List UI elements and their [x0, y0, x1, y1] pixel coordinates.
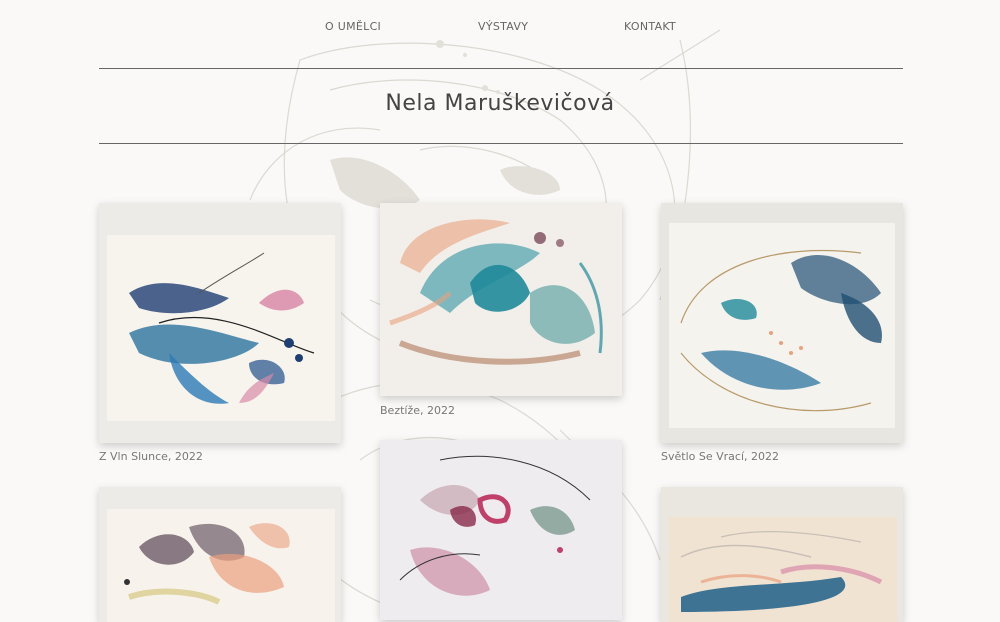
artwork-image — [380, 440, 622, 620]
artwork-image — [661, 203, 903, 443]
artwork-image — [380, 203, 622, 396]
header-divider-top — [99, 68, 903, 69]
page-title: Nela Maruškevičová — [385, 91, 615, 116]
artwork-4[interactable] — [99, 487, 341, 622]
artwork-5[interactable] — [380, 440, 622, 620]
artwork-caption: Světlo Se Vrací, 2022 — [661, 450, 779, 463]
top-navigation: O UMĚLCI VÝSTAVY KONTAKT — [0, 20, 1000, 36]
artwork-z-vln-slunce[interactable] — [99, 203, 341, 443]
nav-link-o-umelci[interactable]: O UMĚLCI — [325, 20, 381, 33]
artwork-image — [661, 487, 903, 622]
artwork-caption: Z Vln Slunce, 2022 — [99, 450, 203, 463]
artwork-caption: Beztíže, 2022 — [380, 404, 455, 417]
artwork-image — [99, 487, 341, 622]
artwork-image — [99, 203, 341, 443]
artwork-beztize[interactable] — [380, 203, 622, 396]
artwork-6[interactable] — [661, 487, 903, 622]
nav-link-kontakt[interactable]: KONTAKT — [624, 20, 676, 33]
artwork-svetlo-se-vraci[interactable] — [661, 203, 903, 443]
header-divider-bottom — [99, 143, 903, 144]
nav-link-vystavy[interactable]: VÝSTAVY — [478, 20, 528, 33]
